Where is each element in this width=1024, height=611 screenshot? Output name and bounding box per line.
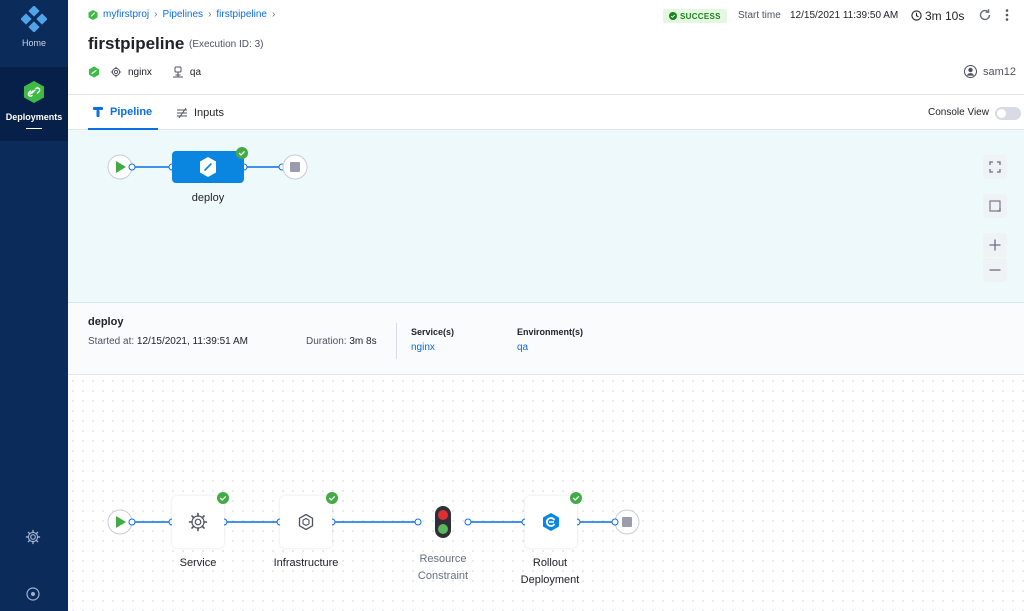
stage-started: Started at: 12/15/2021, 11:39:51 AM: [88, 336, 248, 347]
success-check-icon: [217, 492, 229, 504]
service-gear-icon: [110, 66, 122, 78]
label-line-1: Resource: [419, 553, 467, 565]
sidebar-item-home-label: Home: [21, 38, 46, 48]
label-line-1: Rollout: [532, 557, 568, 569]
duration-value: 3m 8s: [349, 336, 377, 347]
step-rollout-deployment-label: Rollout Deployment: [490, 555, 610, 589]
console-view-label: Console View: [928, 107, 989, 118]
traffic-light-icon[interactable]: [433, 505, 453, 539]
help-icon[interactable]: [26, 587, 40, 601]
fit-screen-icon: [989, 200, 1001, 212]
zoom-in-button[interactable]: [983, 233, 1007, 257]
environments-header: Environment(s): [517, 327, 584, 337]
step-infrastructure[interactable]: [280, 496, 332, 548]
execution-meta: nginx qa: [88, 66, 201, 78]
tab-inputs[interactable]: Inputs: [176, 96, 224, 130]
minus-icon: [989, 269, 1001, 271]
harness-logo-icon: [21, 6, 47, 32]
stage-node-label[interactable]: deploy: [168, 192, 248, 204]
start-time-label: Start time: [738, 10, 781, 21]
services-header: Service(s): [411, 327, 455, 337]
service-tag: nginx: [128, 66, 152, 78]
status-text: SUCCESS: [680, 11, 721, 21]
more-options-icon[interactable]: [1004, 8, 1010, 22]
sidebar-item-home[interactable]: Home: [0, 0, 68, 64]
success-check-icon: [326, 492, 338, 504]
breadcrumb-pipeline[interactable]: firstpipeline: [216, 9, 267, 20]
success-check-icon: [236, 147, 248, 159]
pipeline-icon: [93, 107, 103, 117]
label-line-2: Deployment: [520, 574, 580, 586]
username: sam12: [983, 66, 1017, 78]
environments-link[interactable]: qa: [517, 342, 528, 353]
page-title: firstpipeline: [88, 34, 185, 53]
tab-pipeline-label: Pipeline: [110, 106, 153, 118]
module-icon: [89, 66, 99, 78]
toggle-knob: [997, 109, 1006, 118]
stop-icon: [622, 517, 632, 527]
services-link[interactable]: nginx: [411, 342, 435, 353]
chevron-right-icon: ›: [208, 9, 212, 20]
console-view-toggle[interactable]: [995, 107, 1021, 120]
stage-duration: Duration: 3m 8s: [306, 336, 377, 347]
user-avatar-icon: [964, 65, 977, 78]
breadcrumb-pipelines[interactable]: Pipelines: [162, 9, 203, 20]
execution-header: myfirstproj › Pipelines › firstpipeline …: [68, 0, 1024, 95]
pipeline-graph: [107, 147, 308, 183]
step-service-label: Service: [179, 557, 217, 569]
sidebar: Home Deployments: [0, 0, 68, 611]
divider: [396, 323, 397, 359]
tab-inputs-label: Inputs: [194, 107, 224, 119]
zoom-out-button[interactable]: [983, 258, 1007, 282]
gear-icon: [188, 512, 208, 532]
duration-label: Duration:: [306, 336, 347, 347]
execution-id: (Execution ID: 3): [189, 39, 264, 50]
status-badge: SUCCESS: [663, 9, 727, 23]
pipeline-canvas: deploy: [68, 130, 1024, 303]
environment-tag: qa: [189, 66, 202, 78]
started-value: 12/15/2021, 11:39:51 AM: [136, 336, 248, 347]
chevron-right-icon: ›: [154, 9, 158, 20]
environment-icon: [172, 66, 183, 78]
step-resource-constraint-label: Resource Constraint: [383, 551, 503, 585]
gear-icon[interactable]: [25, 529, 41, 545]
plus-icon: [989, 239, 1001, 251]
rollout-icon: [543, 513, 559, 531]
tab-bar: Pipeline Inputs Console View: [68, 96, 1024, 130]
tab-pipeline[interactable]: Pipeline: [88, 96, 159, 130]
refresh-icon[interactable]: [978, 8, 992, 22]
fit-to-screen-button[interactable]: [983, 194, 1007, 218]
stage-execution-canvas: Service Infrastructure Resource Constrai…: [68, 376, 1024, 611]
chevron-right-icon: ›: [272, 9, 276, 20]
stage-name: deploy: [88, 316, 124, 328]
project-icon: [88, 9, 98, 20]
step-infrastructure-label: Infrastructure: [273, 557, 339, 569]
active-indicator: [26, 128, 42, 129]
check-circle-icon: [669, 12, 677, 20]
success-check-icon: [570, 492, 582, 504]
start-time-value: 12/15/2021 11:39:50 AM: [790, 10, 899, 21]
expand-icon: [989, 161, 1001, 173]
stage-details-panel: deploy Started at: 12/15/2021, 11:39:51 …: [68, 303, 1024, 375]
breadcrumb: myfirstproj › Pipelines › firstpipeline …: [88, 9, 280, 20]
execution-duration: 3m 10s: [925, 9, 965, 23]
label-line-2: Constraint: [417, 570, 469, 582]
fullscreen-button[interactable]: [983, 155, 1007, 179]
stop-icon: [290, 162, 300, 172]
clock-icon: [911, 10, 922, 21]
deployments-icon: [24, 81, 44, 103]
sidebar-item-deployments-label: Deployments: [5, 112, 63, 122]
hexagon-icon: [298, 513, 314, 531]
sidebar-item-deployments[interactable]: Deployments: [0, 67, 68, 141]
started-label: Started at:: [88, 336, 135, 347]
inputs-icon: [177, 107, 187, 119]
breadcrumb-project[interactable]: myfirstproj: [103, 9, 149, 20]
